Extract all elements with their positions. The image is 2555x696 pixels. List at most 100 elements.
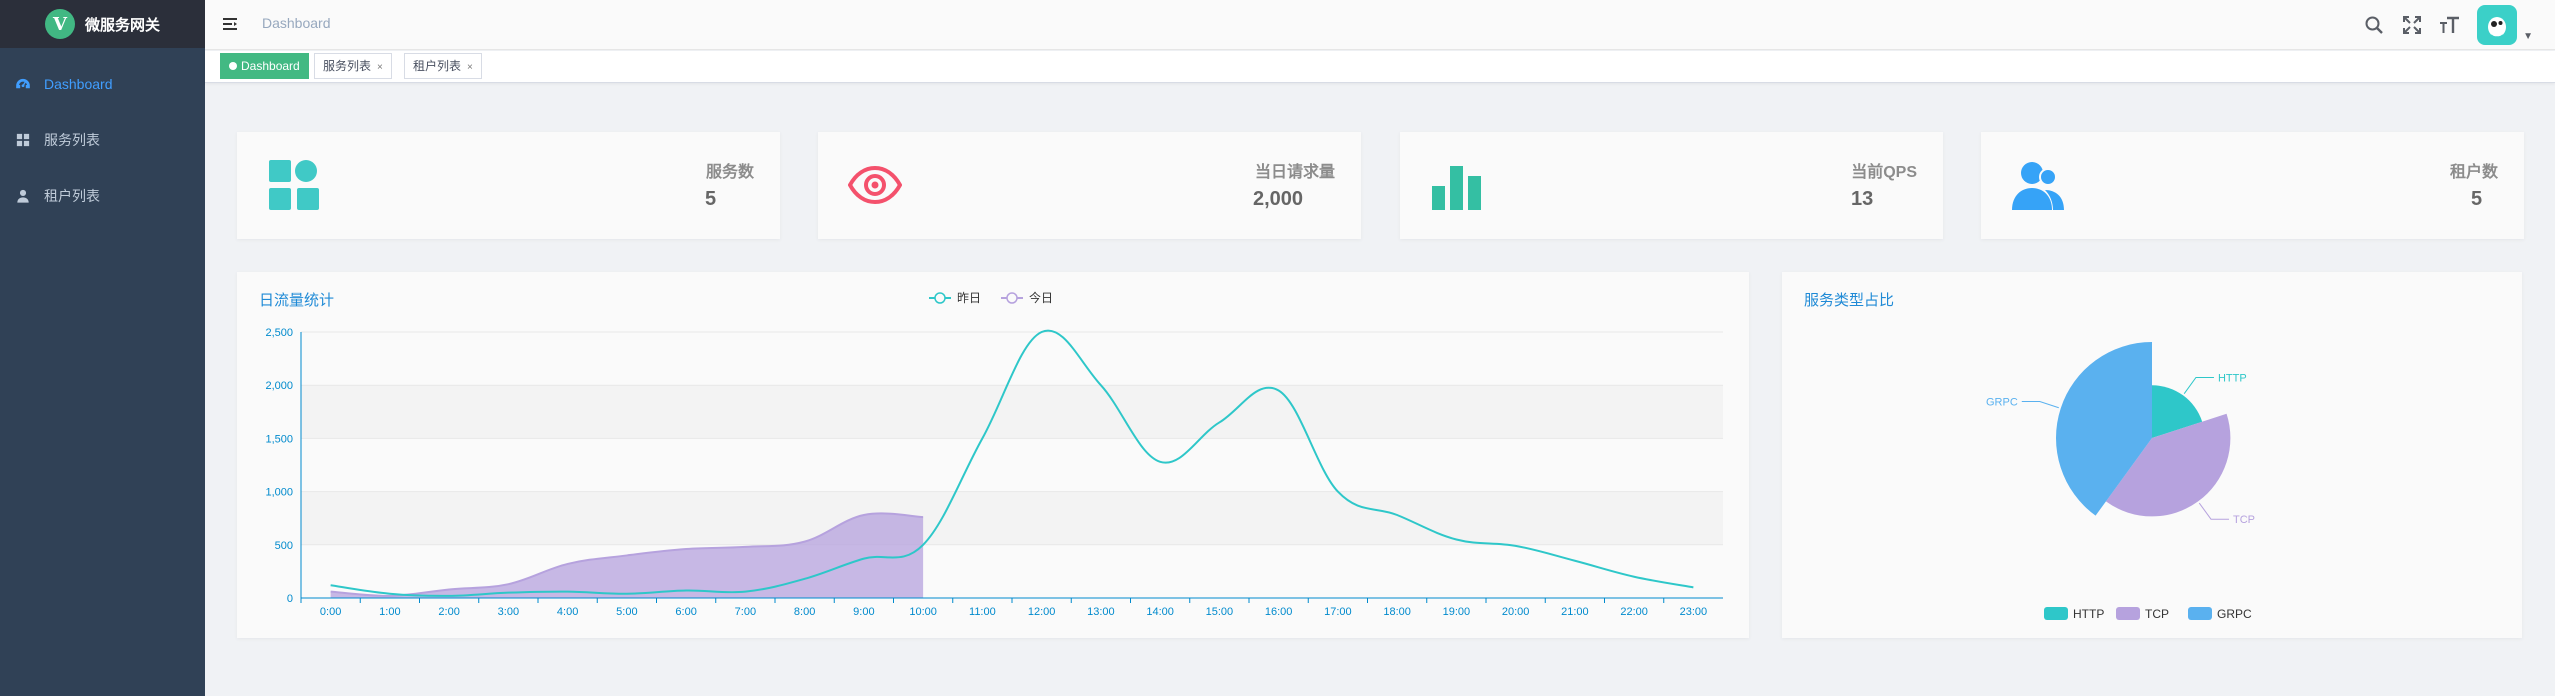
panel-value: 2,000 bbox=[1253, 188, 1304, 210]
navbar: Dashboard ▼ bbox=[205, 0, 2555, 50]
close-icon[interactable]: × bbox=[467, 62, 473, 73]
x-tick-label: 6:00 bbox=[675, 606, 696, 618]
sidebar-item-label: 服务列表 bbox=[44, 132, 100, 148]
x-tick-label: 3:00 bbox=[498, 606, 519, 618]
sidebar-item-label: Dashboard bbox=[44, 76, 113, 92]
x-tick-label: 0:00 bbox=[320, 606, 341, 618]
legend-item-TCP[interactable]: TCP bbox=[2116, 607, 2169, 621]
x-tick-label: 2:00 bbox=[438, 606, 459, 618]
panel-requests[interactable]: 当日请求量 2,000 bbox=[818, 132, 1361, 239]
search-icon[interactable] bbox=[2363, 14, 2385, 36]
x-tick-label: 22:00 bbox=[1620, 606, 1648, 618]
pie-label-line bbox=[2183, 377, 2214, 394]
legend-label: TCP bbox=[2145, 607, 2169, 621]
y-tick-label: 500 bbox=[275, 540, 293, 552]
y-tick-label: 0 bbox=[287, 593, 293, 605]
y-tick-label: 1,000 bbox=[265, 487, 293, 499]
tag-label: Dashboard bbox=[241, 59, 300, 73]
grid-band bbox=[301, 438, 1723, 492]
legend-item-GRPC[interactable]: GRPC bbox=[2188, 607, 2252, 621]
x-tick-label: 20:00 bbox=[1502, 606, 1530, 618]
legend-swatch bbox=[2044, 607, 2068, 620]
pie-label: HTTP bbox=[2218, 373, 2247, 385]
x-tick-label: 12:00 bbox=[1028, 606, 1056, 618]
tag-dashboard[interactable]: Dashboard bbox=[220, 53, 309, 79]
chevron-down-icon[interactable]: ▼ bbox=[2523, 31, 2533, 42]
x-tick-label: 5:00 bbox=[616, 606, 637, 618]
tag-label: 租户列表 bbox=[413, 59, 462, 73]
grid-band bbox=[301, 491, 1723, 545]
apps-icon bbox=[269, 160, 319, 210]
x-tick-label: 13:00 bbox=[1087, 606, 1115, 618]
tag-services[interactable]: 服务列表 × bbox=[314, 53, 392, 79]
x-tick-label: 15:00 bbox=[1206, 606, 1234, 618]
traffic-chart-card: 日流量统计 0 500 1,000 1,500 2,000 2,500 0:00 1:00 2:… bbox=[237, 272, 1749, 638]
legend-label: HTTP bbox=[2073, 607, 2104, 621]
x-tick-label: 17:00 bbox=[1324, 606, 1352, 618]
legend-label: 昨日 bbox=[957, 291, 981, 305]
panel-value: 13 bbox=[1851, 188, 1874, 210]
app-title: 微服务网关 bbox=[84, 16, 160, 34]
panel-label: 服务数 bbox=[705, 164, 754, 181]
close-icon[interactable]: × bbox=[377, 62, 383, 73]
logo[interactable]: V 微服务网关 bbox=[0, 0, 205, 48]
legend-marker bbox=[1006, 292, 1018, 304]
tags-view: Dashboard 服务列表 × 租户列表 × bbox=[205, 51, 2555, 83]
hamburger-icon[interactable] bbox=[221, 14, 241, 34]
x-tick-label: 7:00 bbox=[735, 606, 756, 618]
panel-qps[interactable]: 当前QPS 13 bbox=[1400, 132, 1943, 239]
sidebar-item-tenants[interactable]: 租户列表 bbox=[0, 168, 205, 224]
x-tick-label: 21:00 bbox=[1561, 606, 1589, 618]
panel-label: 当日请求量 bbox=[1254, 164, 1335, 181]
legend-swatch bbox=[2116, 607, 2140, 620]
x-tick-label: 16:00 bbox=[1265, 606, 1293, 618]
legend-label: GRPC bbox=[2217, 607, 2252, 621]
service-type-pie-chart[interactable]: HTTP TCP GRPC HTTP TCP GRPC bbox=[1782, 272, 2522, 638]
legend-marker bbox=[934, 292, 946, 304]
sidebar: V 微服务网关 Dashboard 服务列表 租户列表 bbox=[0, 0, 205, 696]
avatar[interactable] bbox=[2477, 5, 2518, 45]
sidebar-item-label: 租户列表 bbox=[44, 188, 100, 204]
panel-value: 5 bbox=[2471, 188, 2483, 210]
panel-label: 当前QPS bbox=[1851, 164, 1917, 181]
fullscreen-icon[interactable] bbox=[2401, 14, 2423, 36]
x-tick-label: 19:00 bbox=[1443, 606, 1471, 618]
logo-mark: V bbox=[44, 9, 75, 39]
sidebar-menu: Dashboard 服务列表 租户列表 bbox=[0, 56, 205, 224]
legend-item-昨日[interactable]: 昨日 bbox=[929, 291, 981, 305]
x-tick-label: 4:00 bbox=[557, 606, 578, 618]
y-tick-label: 2,000 bbox=[265, 380, 293, 392]
legend-label: 今日 bbox=[1029, 290, 1053, 305]
avatar-image bbox=[2488, 17, 2507, 39]
x-tick-label: 9:00 bbox=[853, 606, 874, 618]
legend-item-今日[interactable]: 今日 bbox=[1001, 290, 1053, 305]
service-type-card: 服务类型占比 HTTP TCP GRPC HTTP TCP GRPC bbox=[1782, 272, 2522, 638]
grid-band bbox=[301, 385, 1723, 439]
y-tick-label: 1,500 bbox=[265, 433, 293, 445]
pie-label: TCP bbox=[2233, 514, 2255, 526]
traffic-line-chart[interactable]: 0 500 1,000 1,500 2,000 2,500 0:00 1:00 2:00 3:00… bbox=[237, 272, 1749, 638]
sidebar-item-services[interactable]: 服务列表 bbox=[0, 112, 205, 168]
grid-band bbox=[301, 332, 1723, 386]
pie-label: GRPC bbox=[1986, 397, 2018, 409]
panel-tenants[interactable]: 租户数 5 bbox=[1981, 132, 2524, 239]
x-tick-label: 18:00 bbox=[1383, 606, 1411, 618]
grid-icon bbox=[16, 133, 30, 147]
people-icon bbox=[2012, 162, 2064, 210]
x-tick-label: 11:00 bbox=[969, 606, 996, 618]
sidebar-item-dashboard[interactable]: Dashboard bbox=[0, 56, 205, 112]
pie-label-line bbox=[2198, 502, 2230, 520]
bar-chart-icon bbox=[1432, 166, 1481, 210]
x-tick-label: 10:00 bbox=[909, 606, 937, 618]
panel-value: 5 bbox=[705, 188, 717, 210]
panel-label: 租户数 bbox=[2449, 164, 2498, 181]
panel-services[interactable]: 服务数 5 bbox=[237, 132, 780, 239]
font-size-icon[interactable] bbox=[2439, 14, 2461, 36]
legend-item-HTTP[interactable]: HTTP bbox=[2044, 607, 2104, 621]
x-tick-label: 14:00 bbox=[1146, 606, 1174, 618]
tag-tenants[interactable]: 租户列表 × bbox=[404, 53, 482, 79]
eye-icon bbox=[848, 165, 902, 205]
user-icon bbox=[17, 189, 29, 203]
breadcrumb[interactable]: Dashboard bbox=[262, 15, 331, 31]
tag-label: 服务列表 bbox=[323, 59, 372, 73]
